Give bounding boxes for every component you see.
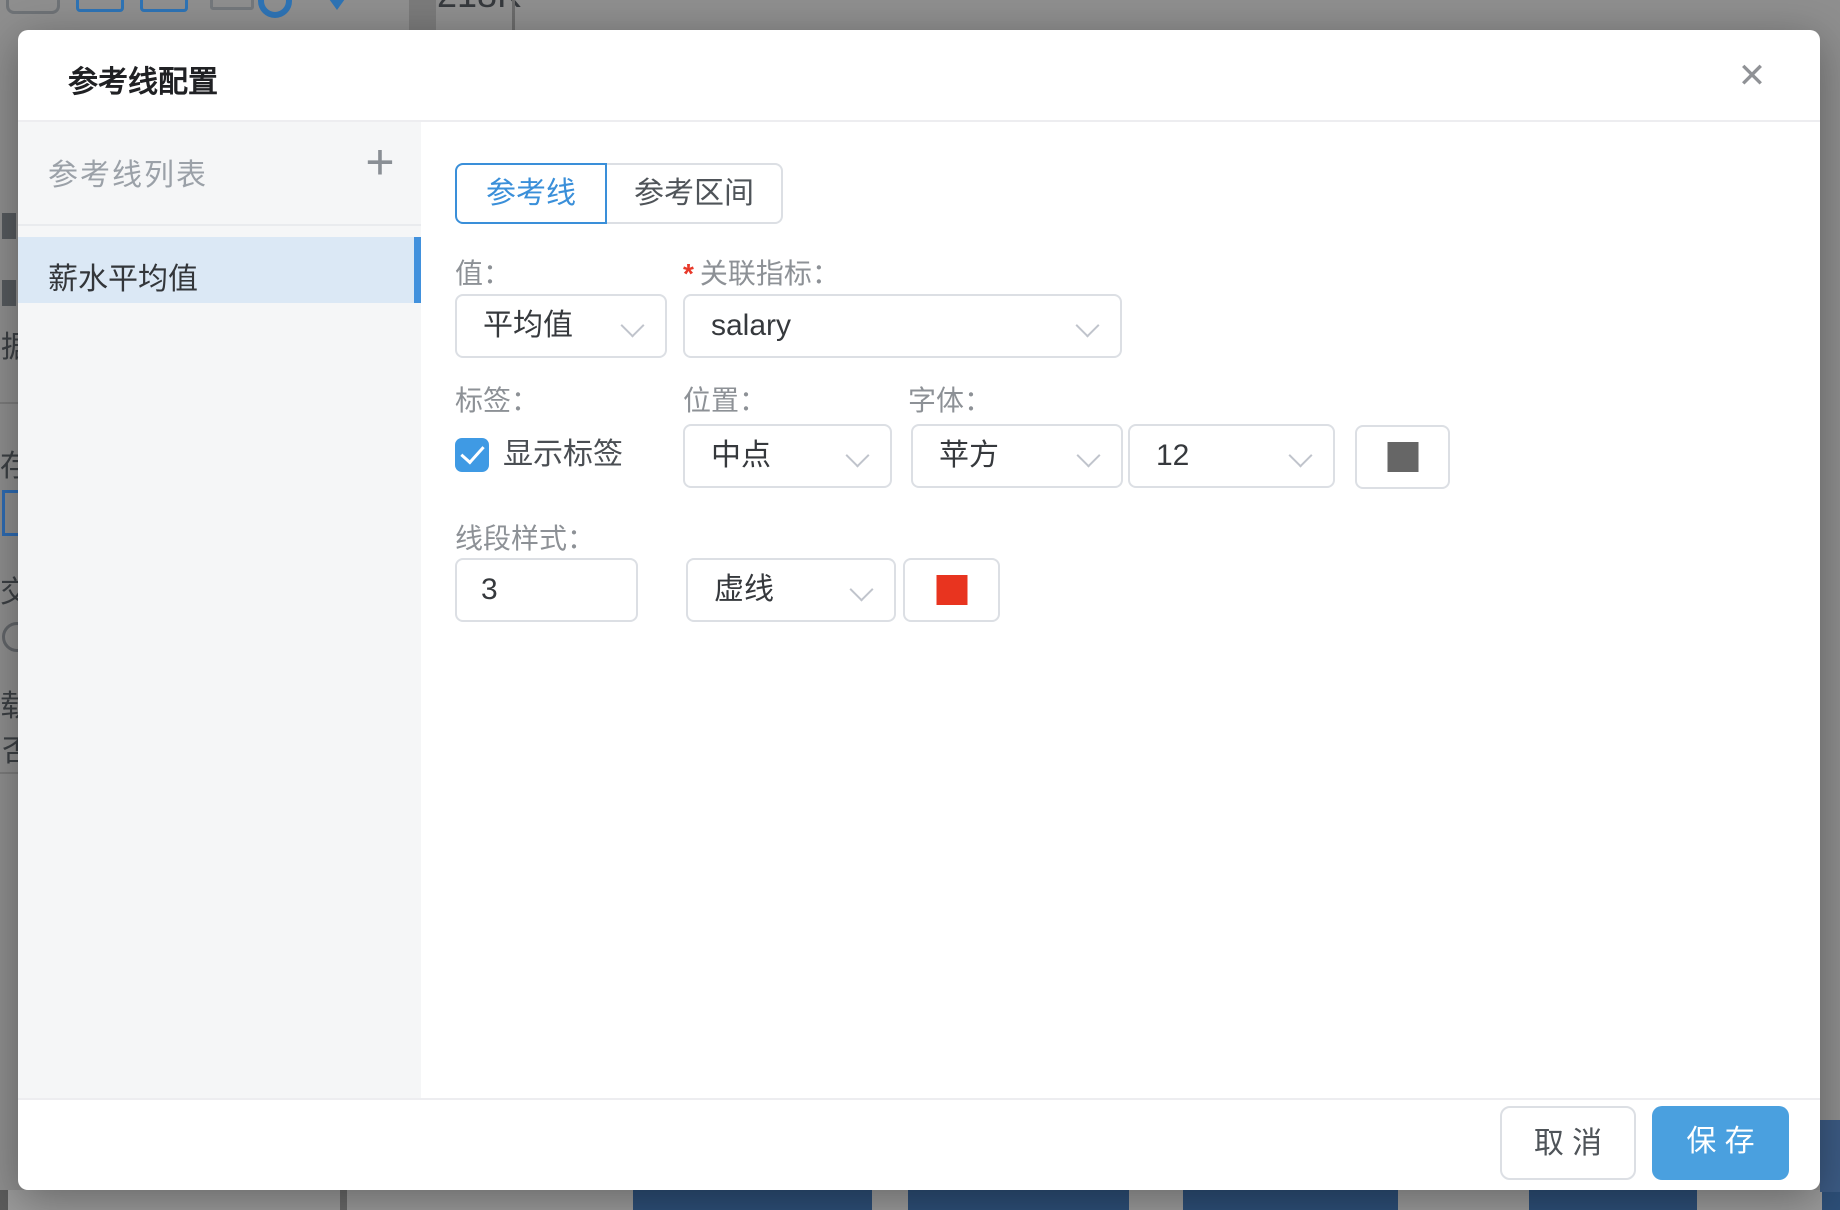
list-panel-title: 参考线列表: [48, 159, 208, 192]
tab-group: 参考线 参考区间: [455, 163, 783, 224]
add-reference-line-button[interactable]: +: [355, 132, 405, 192]
chevron-down-icon: [1075, 313, 1100, 338]
chevron-down-icon: [1076, 443, 1101, 468]
bg-funnel-icon: [324, 0, 350, 10]
list-item-label: 薪水平均值: [48, 263, 198, 296]
position-select[interactable]: 中点: [683, 424, 892, 488]
line-type-select-text: 虚线: [714, 573, 774, 606]
line-style-label: 线段样式：: [455, 523, 596, 554]
position-label: 位置：: [683, 385, 768, 416]
bg-divider-line: [512, 0, 515, 30]
font-color-swatch: [1387, 442, 1418, 472]
metric-label: * 关联指标：: [683, 258, 840, 290]
line-color-swatch: [936, 575, 967, 605]
bg-right-panel-block: [1820, 1120, 1840, 1192]
label-section-label: 标签：: [455, 385, 540, 416]
bg-chart-bar: [1183, 1190, 1398, 1210]
bg-divider-block: [409, 0, 436, 30]
dialog-header: 参考线配置 ✕: [18, 30, 1820, 122]
screen: 218K 据 存 交 载 否 参考线配置 ✕ 参考线列表 + 薪水平均值: [0, 0, 1840, 1210]
value-select[interactable]: 平均值: [455, 294, 667, 358]
value-select-text: 平均值: [483, 309, 573, 342]
bg-fragment-line: [0, 402, 18, 404]
font-family-select-text: 苹方: [939, 439, 999, 472]
position-select-text: 中点: [711, 439, 771, 472]
line-type-select[interactable]: 虚线: [686, 558, 896, 622]
save-button[interactable]: 保 存: [1652, 1106, 1789, 1180]
show-label-text: 显示标签: [503, 438, 623, 471]
metric-select-text: salary: [711, 309, 792, 342]
chevron-down-icon: [620, 313, 645, 338]
chevron-down-icon: [1288, 443, 1313, 468]
tab-reference-range[interactable]: 参考区间: [607, 163, 783, 224]
bg-chart-bar: [633, 1190, 872, 1210]
metric-select[interactable]: salary: [683, 294, 1122, 358]
bg-chart-bar: [1529, 1190, 1697, 1210]
line-width-input[interactable]: [455, 558, 638, 622]
value-label: 值：: [455, 258, 512, 289]
dialog-title: 参考线配置: [68, 66, 218, 99]
font-label: 字体：: [908, 385, 993, 416]
checkmark-icon: [460, 439, 485, 465]
bg-fragment-block: [2, 213, 16, 239]
line-color-button[interactable]: [903, 558, 1000, 622]
bg-fragment-block: [2, 280, 16, 306]
bg-chart-type-icon: [76, 0, 124, 12]
cancel-button[interactable]: 取 消: [1500, 1106, 1636, 1180]
font-family-select[interactable]: 苹方: [911, 424, 1123, 488]
bg-bottom-divider: [340, 1190, 347, 1210]
selection-indicator: [414, 237, 421, 303]
reference-line-config-dialog: 参考线配置 ✕ 参考线列表 + 薪水平均值 参考线 参考区间 值： * 关联指标：…: [18, 30, 1820, 1190]
metric-label-text: 关联指标：: [699, 258, 840, 289]
reference-line-list-item[interactable]: 薪水平均值: [18, 237, 421, 303]
close-icon[interactable]: ✕: [1728, 52, 1776, 100]
chevron-down-icon: [845, 443, 870, 468]
reference-line-list-panel: 参考线列表 + 薪水平均值: [18, 122, 421, 1098]
bg-toolbar-icon-frame: [6, 0, 60, 14]
bg-donut-icon: [258, 0, 292, 18]
show-label-checkbox[interactable]: [455, 438, 489, 472]
font-size-select-text: 12: [1156, 439, 1190, 472]
font-size-select[interactable]: 12: [1128, 424, 1335, 488]
bg-chart-bar: [1822, 1190, 1840, 1210]
required-asterisk: *: [683, 258, 694, 289]
font-color-button[interactable]: [1355, 425, 1450, 489]
tab-reference-line[interactable]: 参考线: [455, 163, 607, 224]
list-divider: [18, 224, 421, 226]
chevron-down-icon: [849, 577, 874, 602]
bg-fragment-line: [0, 772, 18, 774]
bg-bottom-left-block: [0, 1190, 8, 1210]
bg-chart-type-icon: [140, 0, 188, 12]
footer-divider: [18, 1098, 1820, 1100]
bg-chart-type-icon-gray: [210, 0, 254, 10]
bg-chart-bar: [908, 1190, 1129, 1210]
bg-stat-text: 218K: [437, 0, 521, 13]
